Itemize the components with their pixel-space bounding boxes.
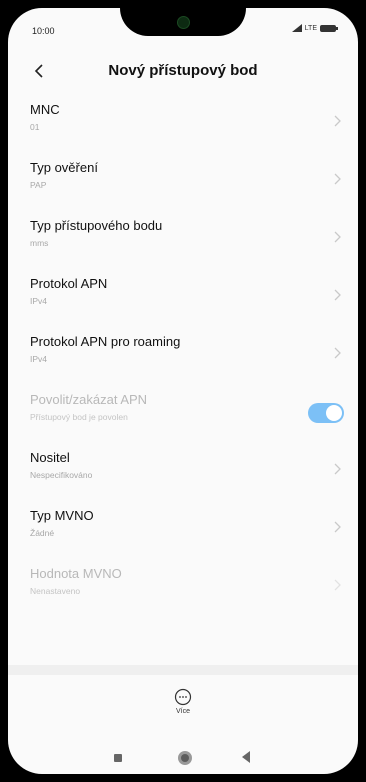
setting-title: Protokol APN pro roaming: [30, 334, 181, 349]
setting-value: 01: [30, 122, 40, 132]
phone-frame: 10:00 LTE Nový přístupový bod MNC 01 Typ…: [0, 0, 366, 782]
header: Nový přístupový bod: [8, 48, 358, 94]
setting-title: Protokol APN: [30, 276, 108, 291]
setting-title: MNC: [30, 102, 60, 117]
setting-value: Žádné: [30, 528, 55, 538]
chevron-right-icon: [334, 463, 341, 475]
more-label: Více: [175, 708, 190, 715]
home-icon[interactable]: [178, 751, 192, 765]
setting-row-apn-type[interactable]: Typ přístupového bodu mms: [8, 208, 358, 266]
toggle-knob: [326, 405, 342, 421]
setting-value: IPv4: [30, 296, 48, 306]
settings-list: MNC 01 Typ ověření PAP Typ přístupového …: [8, 92, 358, 614]
setting-title: Typ přístupového bodu: [30, 218, 163, 233]
network-type: LTE: [304, 24, 317, 32]
screen: 10:00 LTE Nový přístupový bod MNC 01 Typ…: [8, 8, 358, 774]
more-dots-icon: [174, 688, 192, 706]
chevron-right-icon: [334, 521, 341, 533]
page-title: Nový přístupový bod: [108, 62, 258, 79]
setting-title: Povolit/zakázat APN: [30, 392, 148, 407]
setting-row-mvno-type[interactable]: Typ MVNO Žádné: [8, 498, 358, 556]
setting-title: Typ ověření: [30, 160, 98, 175]
signal-icon: [291, 24, 302, 32]
apn-enable-toggle[interactable]: [308, 403, 344, 423]
setting-title: Nositel: [30, 450, 70, 465]
recents-icon[interactable]: [114, 754, 122, 762]
setting-row-auth-type[interactable]: Typ ověření PAP: [8, 150, 358, 208]
setting-value: PAP: [30, 180, 47, 190]
status-bar: 10:00 LTE: [8, 8, 358, 46]
chevron-right-icon: [334, 289, 341, 301]
setting-value: IPv4: [30, 354, 48, 364]
chevron-right-icon: [334, 579, 341, 591]
setting-row-apn-protocol[interactable]: Protokol APN IPv4: [8, 266, 358, 324]
chevron-right-icon: [334, 231, 341, 243]
chevron-right-icon: [334, 115, 341, 127]
setting-value: Nenastaveno: [30, 586, 81, 596]
setting-value: mms: [30, 238, 49, 248]
setting-title: Typ MVNO: [30, 508, 94, 523]
status-time: 10:00: [32, 26, 55, 36]
battery-icon: [320, 24, 338, 32]
setting-row-mvno-value: Hodnota MVNO Nenastaveno: [8, 556, 358, 614]
camera-notch: [120, 8, 246, 36]
status-icons: LTE: [291, 24, 338, 32]
setting-row-mnc[interactable]: MNC 01: [8, 92, 358, 150]
setting-row-apn-roaming-protocol[interactable]: Protokol APN pro roaming IPv4: [8, 324, 358, 382]
chevron-right-icon: [334, 173, 341, 185]
more-button[interactable]: Více: [8, 682, 358, 728]
front-camera-icon: [177, 16, 190, 29]
setting-row-bearer[interactable]: Nositel Nespecifikováno: [8, 440, 358, 498]
setting-value: Nespecifikováno: [30, 470, 93, 480]
navigation-bar: [8, 738, 358, 774]
back-triangle-icon[interactable]: [241, 751, 251, 763]
setting-title: Hodnota MVNO: [30, 566, 122, 581]
setting-row-apn-enable: Povolit/zakázat APN Přístupový bod je po…: [8, 382, 358, 440]
chevron-right-icon: [334, 347, 341, 359]
setting-value: Přístupový bod je povolen: [30, 412, 128, 422]
section-divider: [8, 665, 358, 675]
